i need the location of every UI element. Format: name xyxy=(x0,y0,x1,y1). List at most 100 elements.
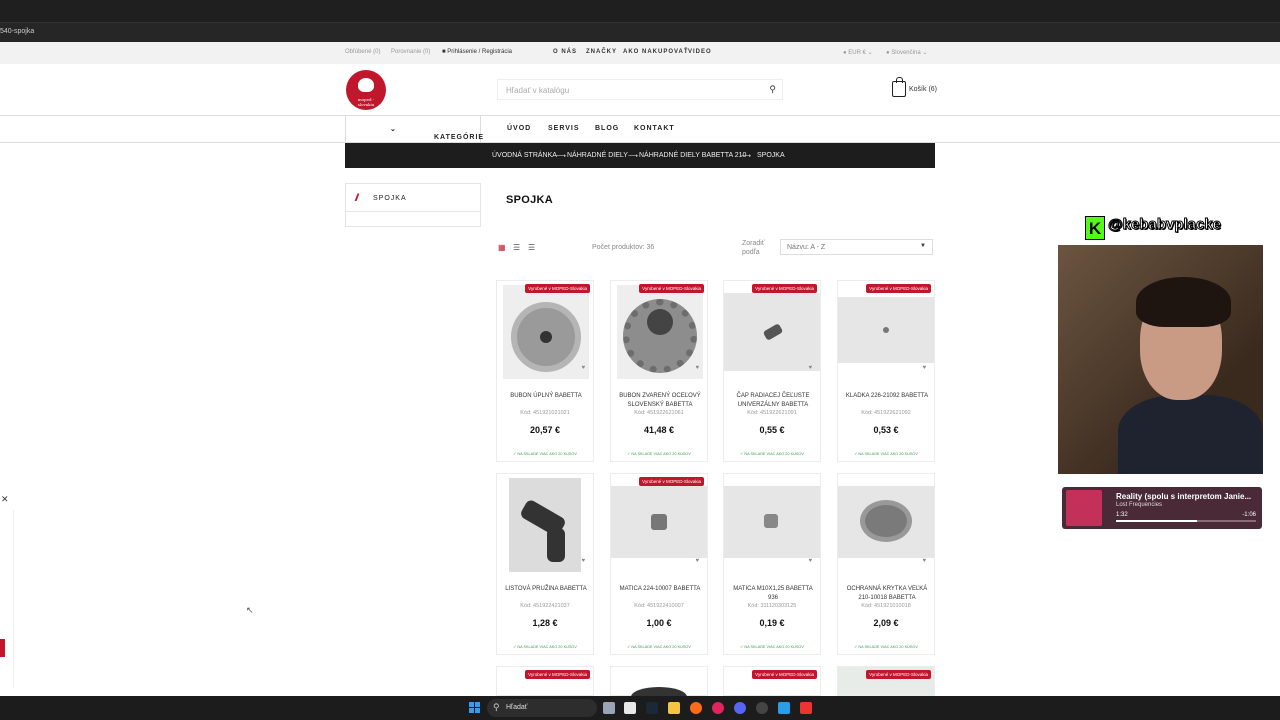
file-explorer-icon[interactable] xyxy=(668,702,680,714)
calendar-app-icon[interactable] xyxy=(624,702,636,714)
browser-tab-bar xyxy=(0,0,1280,22)
product-image[interactable] xyxy=(724,293,820,371)
product-card[interactable]: Vyrobené v MOPED-Slovakia ♥ BUBON ZVAREN… xyxy=(610,280,708,462)
heart-icon[interactable]: ♥ xyxy=(808,365,812,371)
product-card[interactable]: Vyrobené v MOPED-Slovakia ♥ MATICA 224-1… xyxy=(610,473,708,655)
product-card[interactable]: ♥ MATICA M10X1,25 BABETTA 936 Kód: 31112… xyxy=(723,473,821,655)
compare-link[interactable]: Porovnanie (0) xyxy=(391,49,430,55)
product-image[interactable] xyxy=(503,285,589,379)
product-card[interactable]: Vyrobené v MOPED-Slovakia xyxy=(496,666,594,696)
nav-item-home[interactable]: ÚVOD xyxy=(507,125,531,132)
task-view-icon[interactable] xyxy=(603,702,615,714)
cart-bag-icon[interactable] xyxy=(892,77,906,97)
app-icon[interactable] xyxy=(800,702,812,714)
now-playing-widget: Reality (spolu s interpretom Janie... Lo… xyxy=(1062,487,1262,529)
product-image[interactable] xyxy=(838,297,934,363)
nav-item-contact[interactable]: KONTAKT xyxy=(634,125,675,132)
product-image[interactable] xyxy=(617,285,703,379)
table-view-icon[interactable]: ☰ xyxy=(528,243,535,252)
breadcrumb-current: SPOJKA xyxy=(757,152,785,159)
product-name[interactable]: OCHRANNÁ KRYTKA VEĽKÁ 210-10018 BABETTA xyxy=(842,585,932,603)
product-image[interactable] xyxy=(838,486,934,558)
stock-status: ✓ NA SKLADE VIAC AKO 20 KUSOV xyxy=(740,645,804,649)
stock-status: ✓ NA SKLADE VIAC AKO 20 KUSOV xyxy=(627,645,691,649)
photos-app-icon[interactable] xyxy=(778,702,790,714)
obs-icon[interactable] xyxy=(756,702,768,714)
site-header: moped - slovakia Hľadať v katalógu ⚲ Koš… xyxy=(0,64,1280,116)
product-name[interactable]: ČAP RADIACEJ ČEĽUSTE UNIVERZÁLNY BABETTA xyxy=(728,392,818,410)
topmenu-video[interactable]: VIDEO xyxy=(688,49,712,55)
nav-item-blog[interactable]: BLOG xyxy=(595,125,619,132)
product-card[interactable]: Vyrobené v MOPED-Slovakia ♥ BUBON ÚPLNÝ … xyxy=(496,280,594,462)
breadcrumb-home[interactable]: ÚVODNÁ STRÁNKA xyxy=(492,152,557,159)
search-icon[interactable]: ⚲ xyxy=(769,84,776,95)
heart-icon[interactable]: ♥ xyxy=(581,365,585,371)
product-price: 0,53 € xyxy=(873,425,899,435)
product-card[interactable]: Vyrobené v MOPED-Slovakia ♥ ČAP RADIACEJ… xyxy=(723,280,821,462)
product-code: Kód: 451922621091 xyxy=(747,410,797,416)
product-card[interactable]: Vyrobené v MOPED-Slovakia ♥ KLADKA 226-2… xyxy=(837,280,935,462)
categories-dropdown[interactable]: KATEGÓRIE ⌄ xyxy=(345,116,483,143)
product-card[interactable]: ♥ LISTOVÁ PRUŽINA BABETTA Kód: 451922421… xyxy=(496,473,594,655)
product-price: 20,57 € xyxy=(529,425,561,435)
currency-selector[interactable]: ● EUR € ⌄ xyxy=(843,49,873,56)
leaf-spring-shape xyxy=(547,528,565,562)
product-name[interactable]: MATICA 224-10007 BABETTA xyxy=(615,585,705,594)
product-name[interactable]: BUBON ZVARENÝ OCEĽOVÝ SLOVENSKÝ BABETTA xyxy=(615,392,705,410)
breadcrumb-parts[interactable]: NÁHRADNÉ DIELY xyxy=(567,152,628,159)
heart-icon[interactable]: ♥ xyxy=(922,365,926,371)
product-code: Kód: 311120303125 xyxy=(747,603,797,609)
heart-icon[interactable]: ♥ xyxy=(695,558,699,564)
heart-icon[interactable]: ♥ xyxy=(922,558,926,564)
product-price: 1,00 € xyxy=(646,618,672,628)
language-selector[interactable]: ● Slovenčina ⌄ xyxy=(886,49,927,56)
webcam-person-body xyxy=(1118,395,1263,474)
product-card[interactable]: Vyrobené v MOPED-Slovakia xyxy=(837,666,935,696)
search-input[interactable]: Hľadať v katalógu ⚲ xyxy=(497,79,783,100)
steam-icon[interactable] xyxy=(646,702,658,714)
heart-icon[interactable]: ♥ xyxy=(695,365,699,371)
topmenu-brands[interactable]: ZNAČKY xyxy=(586,49,617,55)
favorites-link[interactable]: Obľúbené (0) xyxy=(345,49,380,55)
product-card[interactable]: Vyrobené v MOPED-Slovakia xyxy=(723,666,821,696)
cart-label[interactable]: Košík (6) xyxy=(909,86,937,93)
kick-logo-icon: K xyxy=(1085,216,1105,240)
stock-label: NA SKLADE VIAC AKO 20 KUSOV xyxy=(744,645,804,649)
product-image[interactable] xyxy=(611,486,707,558)
login-link[interactable]: ■ Prihlásenie / Registrácia xyxy=(442,49,512,55)
media-player-icon[interactable] xyxy=(712,702,724,714)
side-tab[interactable] xyxy=(0,639,5,657)
product-name[interactable]: BUBON ÚPLNÝ BABETTA xyxy=(501,392,591,401)
windows-start-icon[interactable] xyxy=(469,702,481,714)
topmenu-howto[interactable]: AKO NAKUPOVAŤ xyxy=(623,49,689,55)
product-card[interactable]: ♥ OCHRANNÁ KRYTKA VEĽKÁ 210-10018 BABETT… xyxy=(837,473,935,655)
product-name[interactable]: KLADKA 226-21092 BABETTA xyxy=(842,392,932,401)
nut-shape xyxy=(764,514,778,528)
stock-label: NA SKLADE VIAC AKO 20 KUSOV xyxy=(858,645,918,649)
close-icon[interactable]: ✕ xyxy=(1,494,9,505)
product-code: Kód: 451922621061 xyxy=(634,410,684,416)
product-name[interactable]: LISTOVÁ PRUŽINA BABETTA xyxy=(501,585,591,594)
list-view-icon[interactable]: ☰ xyxy=(513,243,520,252)
sort-select[interactable]: Názvu: A - Z ▼ xyxy=(780,239,933,255)
product-image[interactable] xyxy=(509,478,581,572)
song-artist: Lost Frequencies xyxy=(1116,502,1163,508)
firefox-icon[interactable] xyxy=(690,702,702,714)
time-elapsed: 1:32 xyxy=(1116,512,1128,518)
product-image[interactable] xyxy=(724,486,820,558)
heart-icon[interactable]: ♥ xyxy=(581,558,585,564)
made-in-badge: Vyrobené v MOPED-Slovakia xyxy=(639,284,704,293)
site-logo[interactable]: moped - slovakia xyxy=(346,70,386,110)
discord-icon[interactable] xyxy=(734,702,746,714)
browser-address-bar[interactable]: 540-spojka xyxy=(0,22,1280,42)
product-card[interactable] xyxy=(610,666,708,707)
breadcrumb-babetta[interactable]: NÁHRADNÉ DIELY BABETTA 210 xyxy=(639,152,746,159)
topmenu-about[interactable]: O NÁS xyxy=(553,49,577,55)
nav-item-service[interactable]: SERVIS xyxy=(548,125,580,132)
made-in-badge: Vyrobené v MOPED-Slovakia xyxy=(866,670,931,679)
product-name[interactable]: MATICA M10X1,25 BABETTA 936 xyxy=(728,585,818,603)
stock-status: ✓ NA SKLADE VIAC AKO 20 KUSOV xyxy=(513,452,577,456)
taskbar-search[interactable]: ⚲ Hľadať xyxy=(487,699,597,717)
heart-icon[interactable]: ♥ xyxy=(808,558,812,564)
grid-view-icon[interactable]: ▦ xyxy=(498,243,506,252)
